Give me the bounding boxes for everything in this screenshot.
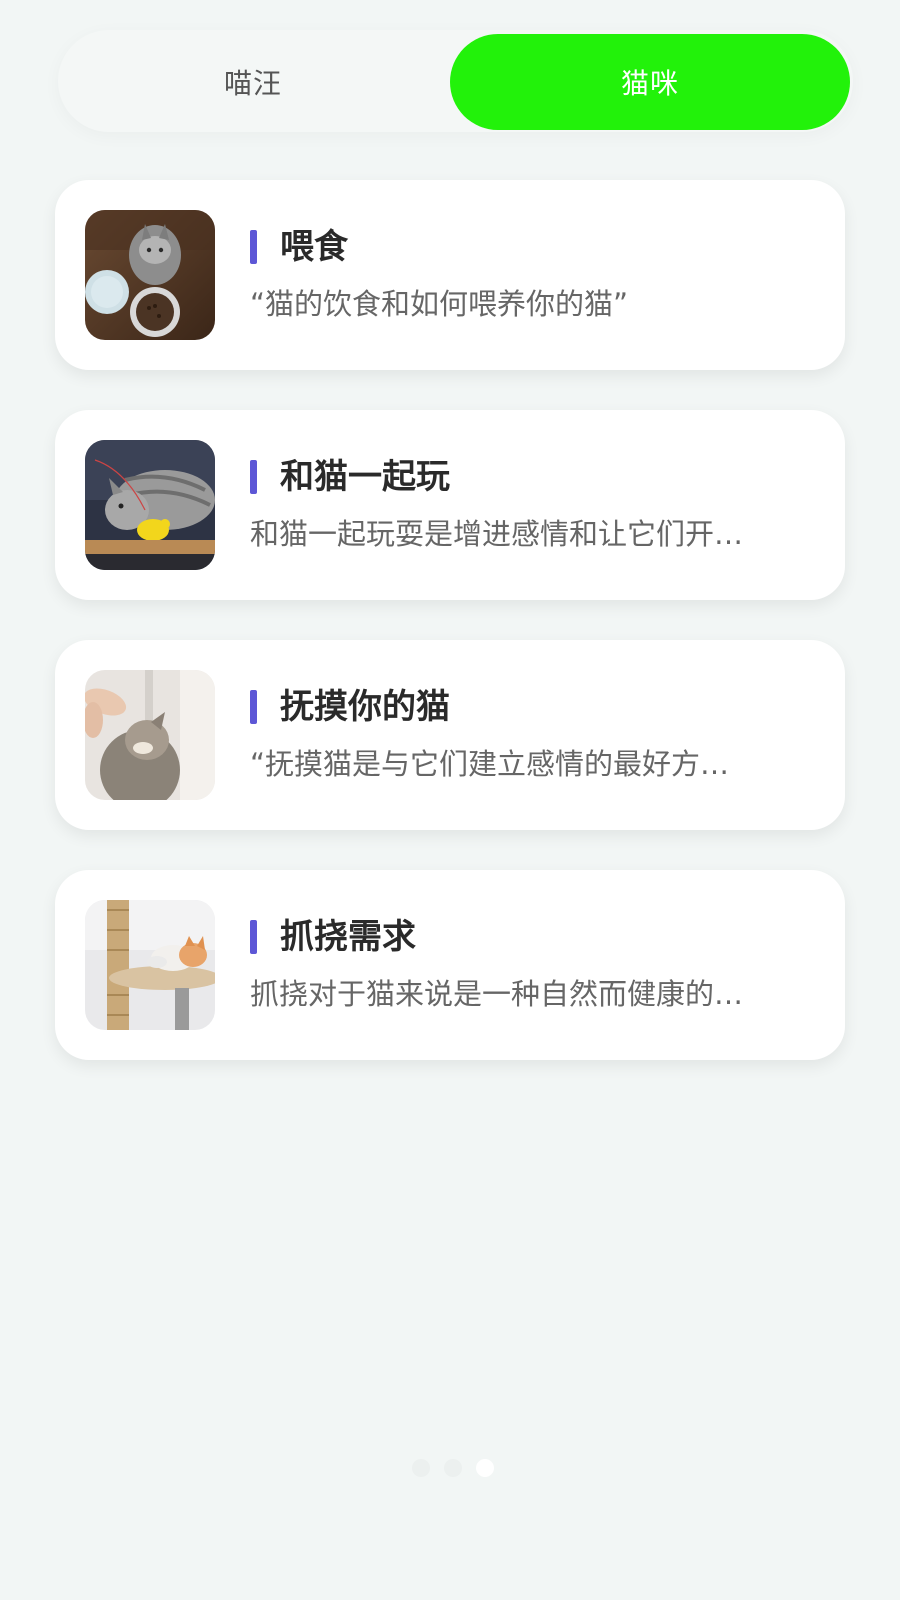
tab-cat[interactable]: 猫咪 [450, 34, 850, 130]
cat-with-food-bowls-image [85, 210, 215, 340]
category-tabs: 喵汪 猫咪 [58, 30, 853, 132]
pager-indicator [412, 1459, 494, 1477]
cat-playing-with-toy-image [85, 440, 215, 570]
card-description: 抓挠对于猫来说是一种自然而健康的… [250, 977, 744, 1011]
tab-dog[interactable]: 喵汪 [58, 34, 448, 130]
card-feeding[interactable]: 喂食 “猫的饮食和如何喂养你的猫” [55, 180, 845, 370]
card-petting[interactable]: 抚摸你的猫 “抚摸猫是与它们建立感情的最好方… [55, 640, 845, 830]
card-description: 和猫一起玩耍是增进感情和让它们开… [250, 517, 744, 551]
card-title: 抚摸你的猫 [280, 687, 450, 727]
card-scratching[interactable]: 抓挠需求 抓挠对于猫来说是一种自然而健康的… [55, 870, 845, 1060]
hand-petting-cat-image [85, 670, 215, 800]
card-title: 抓挠需求 [280, 917, 416, 957]
card-description: “猫的饮食和如何喂养你的猫” [250, 287, 629, 321]
title-accent-bar [250, 230, 257, 264]
card-title: 喂食 [280, 227, 348, 267]
pager-dot-active[interactable] [476, 1459, 494, 1477]
card-title: 和猫一起玩 [280, 457, 450, 497]
pager-dot[interactable] [444, 1459, 462, 1477]
title-accent-bar [250, 920, 257, 954]
pager-dot[interactable] [412, 1459, 430, 1477]
title-accent-bar [250, 690, 257, 724]
card-playing[interactable]: 和猫一起玩 和猫一起玩耍是增进感情和让它们开… [55, 410, 845, 600]
title-accent-bar [250, 460, 257, 494]
card-description: “抚摸猫是与它们建立感情的最好方… [250, 747, 730, 781]
kitten-on-scratching-post-image [85, 900, 215, 1030]
